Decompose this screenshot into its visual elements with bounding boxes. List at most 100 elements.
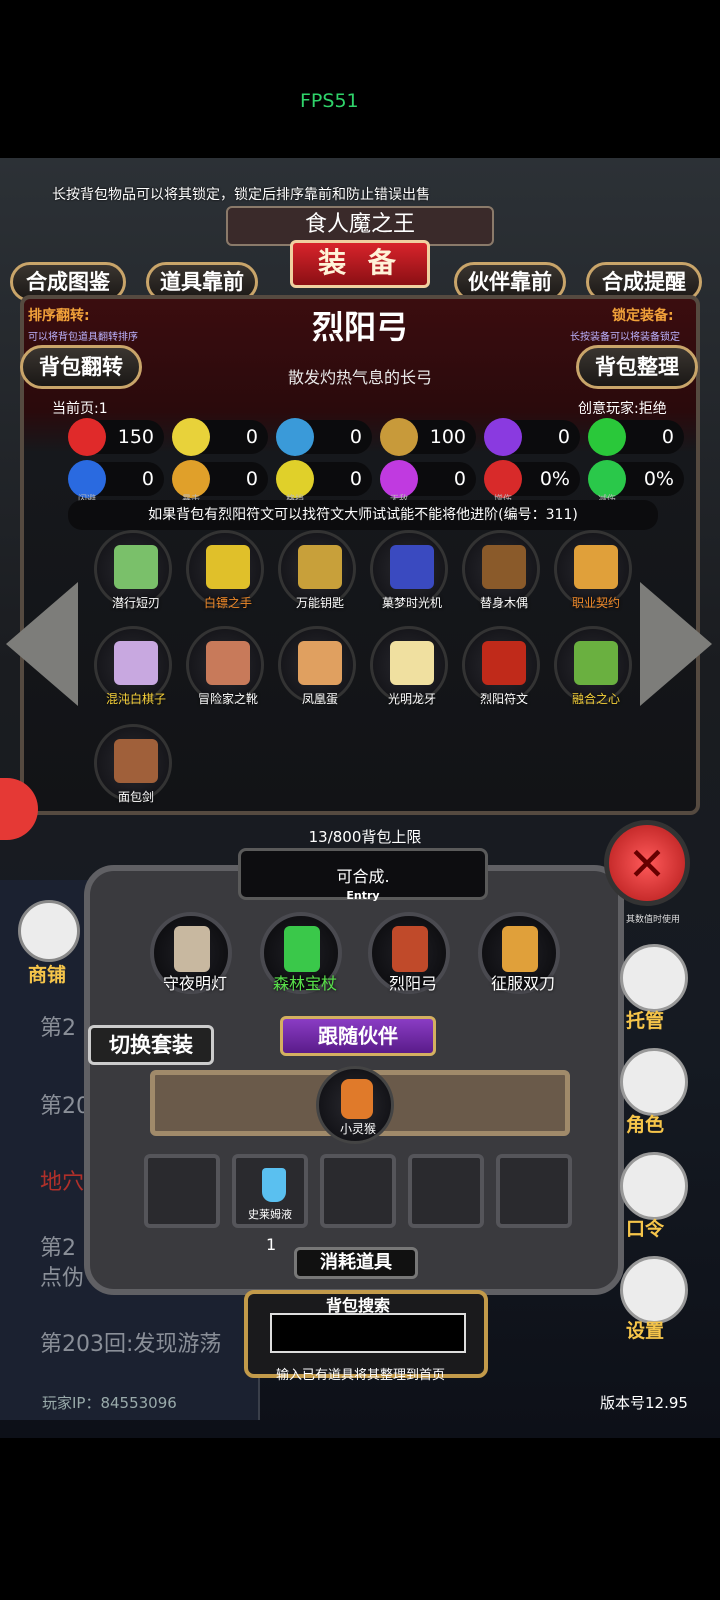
consumable-name: 史莱姆液 [248, 1208, 292, 1221]
close-button[interactable]: ✕ [604, 820, 690, 906]
inventory-item[interactable]: 融合之心 [554, 626, 632, 706]
consume-item-button[interactable]: 消耗道具 [294, 1247, 418, 1279]
equipped-item[interactable]: 征服双刀 [478, 912, 560, 994]
inventory-item[interactable]: 冒险家之靴 [186, 626, 264, 706]
settings-gear-icon[interactable] [620, 1256, 688, 1324]
inventory-item[interactable]: 混沌白棋子 [94, 626, 172, 706]
selected-item-desc: 散发灼热气息的长弓 [287, 368, 432, 387]
code-book-icon[interactable] [620, 1152, 688, 1220]
item-label: 替身木偶 [479, 596, 528, 610]
inventory-item[interactable]: 职业契约 [554, 530, 632, 610]
equipment-icon [392, 926, 428, 972]
character-label[interactable]: 角色 [626, 1110, 664, 1137]
next-page-arrow-icon[interactable] [640, 582, 712, 706]
equipment-label: 征服双刀 [490, 974, 555, 993]
inventory-item[interactable]: 菓梦时光机 [370, 530, 448, 610]
bag-search-input[interactable] [270, 1313, 466, 1353]
monkey-icon [341, 1079, 373, 1119]
item-label: 混沌白棋子 [105, 692, 166, 706]
settings-label[interactable]: 设置 [626, 1316, 664, 1343]
stat-value: 0 [349, 468, 362, 490]
inventory-item[interactable]: 潜行短刃 [94, 530, 172, 610]
equipped-item[interactable]: 森林宝杖 [260, 912, 342, 994]
consumable-slot[interactable] [144, 1154, 220, 1228]
lock-tip: 长按背包物品可以将其锁定，锁定后排序靠前和防止错误出售 [52, 187, 430, 203]
inventory-item[interactable]: 凤凰蛋 [278, 626, 356, 706]
equipment-label: 烈阳弓 [388, 974, 437, 993]
equipment-label: 森林宝杖 [272, 974, 337, 993]
entry-text: Entry [346, 889, 380, 902]
stat-value: 0 [453, 468, 466, 490]
stat-value: 0 [349, 426, 362, 448]
stat-armor: 0 [172, 418, 268, 456]
shop-icon[interactable] [18, 900, 80, 962]
auto-label[interactable]: 托管 [626, 1006, 664, 1033]
inventory-item[interactable]: 面包剑 [94, 724, 172, 804]
consumable-qty: 1 [266, 1235, 277, 1254]
item-icon [298, 545, 342, 589]
bag-flip-button[interactable]: 背包翻转 [20, 345, 142, 389]
armor-icon [172, 418, 210, 456]
shop-label[interactable]: 商铺 [28, 960, 66, 987]
inventory-item[interactable]: 烈阳符文 [462, 626, 540, 706]
item-icon [114, 545, 158, 589]
stat-heart: 150 [68, 418, 164, 456]
potion-icon [262, 1168, 286, 1202]
stat-value: 0% [539, 468, 570, 490]
equipped-item[interactable]: 守夜明灯 [150, 912, 232, 994]
consumable-slot[interactable]: 史莱姆液 [232, 1154, 308, 1228]
close-icon: ✕ [627, 837, 667, 891]
bolt-icon [484, 418, 522, 456]
story-line: 第2 [40, 1016, 76, 1041]
stat-value: 0 [245, 468, 258, 490]
consumable-slot[interactable] [496, 1154, 572, 1228]
stat-value: 0 [245, 426, 258, 448]
dice-icon[interactable] [620, 944, 688, 1012]
item-icon [114, 739, 158, 783]
consumable-slot[interactable] [408, 1154, 484, 1228]
inventory-item[interactable]: 万能钥匙 [278, 530, 356, 610]
craftable-box[interactable]: 可合成. Entry [238, 848, 488, 902]
story-line: 点伪 [40, 1266, 85, 1291]
stat-value: 0% [643, 468, 674, 490]
helmet-icon [276, 418, 314, 456]
consumable-slot[interactable] [320, 1154, 396, 1228]
item-label: 光明龙牙 [387, 692, 436, 706]
bag-search-hint: 输入已有道具将其整理到首页 [276, 1368, 446, 1383]
code-label[interactable]: 口令 [626, 1214, 664, 1241]
item-label: 白镖之手 [203, 596, 252, 610]
item-icon [206, 641, 250, 685]
stat-clover: 0 [588, 418, 684, 456]
heart-icon [68, 418, 106, 456]
item-icon [114, 641, 158, 685]
creative-player: 创意玩家:拒绝 [578, 401, 667, 417]
rune-hint: 如果背包有烈阳符文可以找符文大师试试能不能将他进阶(编号：311) [68, 500, 658, 530]
equipped-item[interactable]: 烈阳弓 [368, 912, 450, 994]
item-icon [390, 545, 434, 589]
story-line: 第203回:发现游荡 [40, 1332, 222, 1357]
follow-partner-button[interactable]: 跟随伙伴 [280, 1016, 436, 1056]
character-icon[interactable] [620, 1048, 688, 1116]
inventory-item[interactable]: 白镖之手 [186, 530, 264, 610]
switch-set-button[interactable]: 切换套装 [88, 1025, 214, 1065]
prev-page-arrow-icon[interactable] [6, 582, 78, 706]
stat-value: 0 [141, 468, 154, 490]
stat-dmg-up: 0%增伤 [484, 460, 580, 505]
item-icon [482, 545, 526, 589]
lock-equip-title: 锁定装备: [612, 308, 674, 324]
equipment-icon [502, 926, 538, 972]
story-line: 第20 [40, 1094, 90, 1119]
partner-slot[interactable]: 小灵猴 [316, 1066, 394, 1144]
item-label: 潜行短刃 [111, 596, 160, 610]
inventory-item[interactable]: 替身木偶 [462, 530, 540, 610]
item-label: 冒险家之靴 [197, 692, 258, 706]
version-number: 版本号12.95 [600, 1394, 688, 1412]
inventory-item[interactable]: 光明龙牙 [370, 626, 448, 706]
bag-sort-button[interactable]: 背包整理 [576, 345, 698, 389]
stat-sword: 100 [380, 418, 476, 456]
item-label: 融合之心 [571, 692, 620, 706]
stat-value: 150 [117, 426, 154, 448]
item-label: 面包剑 [117, 790, 154, 804]
item-icon [298, 641, 342, 685]
stat-helmet: 0 [276, 418, 372, 456]
